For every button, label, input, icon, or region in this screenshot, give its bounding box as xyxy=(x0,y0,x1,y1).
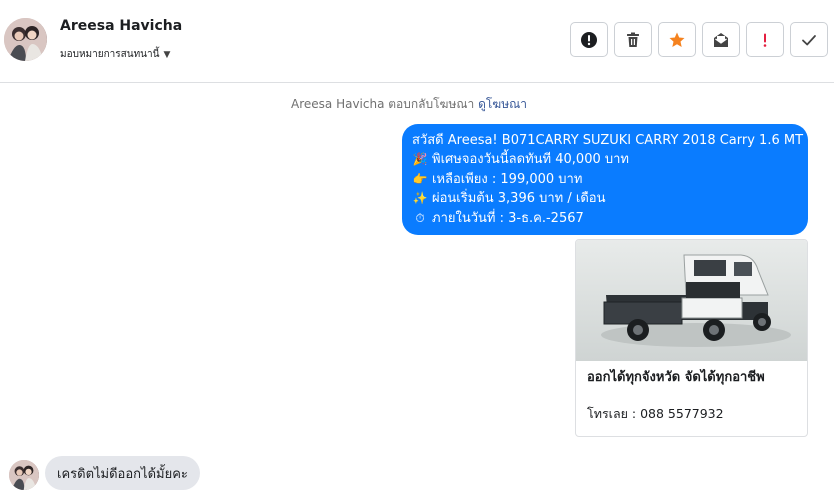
message-line-text: ภายในวันที่ : 3-ธ.ค.-2567 xyxy=(432,210,584,226)
message-line: ✨ ผ่อนเริ่มต้น 3,396 บาท / เดือน xyxy=(412,189,798,208)
contact-name[interactable]: Areesa Havicha xyxy=(60,18,182,34)
report-button[interactable] xyxy=(570,22,608,57)
message-line-text: เหลือเพียง : 199,000 บาท xyxy=(432,171,583,187)
message-line: 🎉 พิเศษจองวันนี้ลดทันที 40,000 บาท xyxy=(412,150,798,169)
mark-unread-icon xyxy=(712,31,730,49)
party-popper-icon: 🎉 xyxy=(412,152,428,167)
star-icon xyxy=(668,31,686,49)
conversation-header: Areesa Havicha มอบหมายการสนทนานี้ ▼ xyxy=(0,0,834,83)
avatar[interactable] xyxy=(4,18,47,61)
done-button[interactable] xyxy=(790,22,828,57)
delete-button[interactable] xyxy=(614,22,652,57)
trash-icon xyxy=(624,31,642,49)
ad-card[interactable]: ออกได้ทุกจังหวัด จัดได้ทุกอาชีพ โทรเลย :… xyxy=(575,239,808,437)
message-line: 👉 เหลือเพียง : 199,000 บาท xyxy=(412,170,798,189)
sparkles-icon: ✨ xyxy=(412,191,428,206)
avatar[interactable] xyxy=(9,460,39,490)
conversation-page: Areesa Havicha มอบหมายการสนทนานี้ ▼ Aree… xyxy=(0,0,834,500)
ad-reply-text: Areesa Havicha ตอบกลับโฆษณา xyxy=(291,97,475,111)
pointing-hand-icon: 👉 xyxy=(412,171,428,186)
outgoing-message[interactable]: สวัสดี Areesa! B071CARRY SUZUKI CARRY 20… xyxy=(402,124,808,235)
message-line: ⏱ ภายในวันที่ : 3-ธ.ค.-2567 xyxy=(412,209,798,228)
stopwatch-icon: ⏱ xyxy=(415,210,425,225)
caret-down-icon: ▼ xyxy=(163,49,171,60)
alert-circle-icon xyxy=(580,31,598,49)
view-ad-link[interactable]: ดูโฆษณา xyxy=(478,97,527,111)
ad-reply-notice: Areesa Havicha ตอบกลับโฆษณา ดูโฆษณา xyxy=(0,95,818,114)
ad-card-subtitle: โทรเลย : 088 5577932 xyxy=(587,406,724,421)
exclamation-icon xyxy=(756,31,774,49)
conversation-actions xyxy=(570,22,828,57)
message-line-text: สวัสดี Areesa! B071CARRY SUZUKI CARRY 20… xyxy=(412,133,804,148)
message-line: สวัสดี Areesa! B071CARRY SUZUKI CARRY 20… xyxy=(412,131,803,150)
message-line-text: พิเศษจองวันนี้ลดทันที 40,000 บาท xyxy=(432,152,629,168)
check-icon xyxy=(800,31,818,49)
message-line-text: ผ่อนเริ่มต้น 3,396 บาท / เดือน xyxy=(432,191,606,207)
star-button[interactable] xyxy=(658,22,696,57)
mark-unread-button[interactable] xyxy=(702,22,740,57)
ad-card-title: ออกได้ทุกจังหวัด จัดได้ทุกอาชีพ xyxy=(587,370,765,385)
assign-conversation-dropdown[interactable]: มอบหมายการสนทนานี้ ▼ xyxy=(60,47,170,62)
assign-label: มอบหมายการสนทนานี้ xyxy=(60,49,160,60)
spam-button[interactable] xyxy=(746,22,784,57)
truck-photo xyxy=(576,240,807,361)
incoming-message[interactable]: เครดิตไม่ดีออกได้มั้ยคะ xyxy=(45,456,200,490)
